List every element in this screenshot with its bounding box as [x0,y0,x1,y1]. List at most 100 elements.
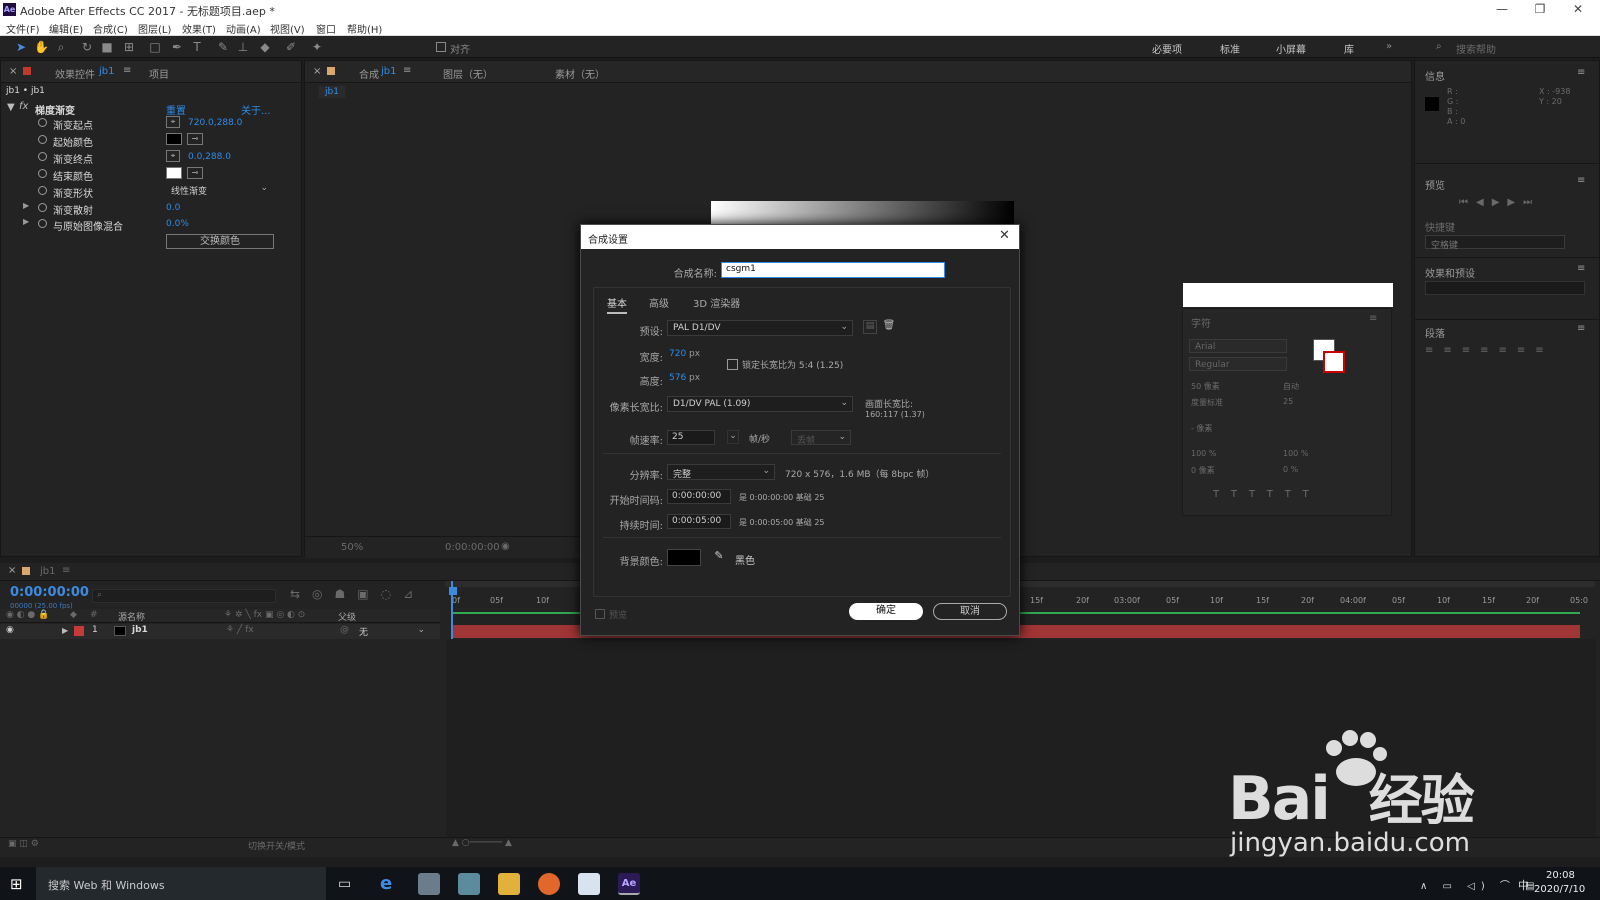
panel-menu-icon[interactable]: ≡ [1577,67,1585,78]
paint-icon[interactable] [578,873,600,895]
workspace-libraries[interactable]: 库 [1344,41,1354,56]
expand-icon[interactable]: ▶ [23,201,29,210]
layer-label-color[interactable] [74,626,84,636]
firefox-icon[interactable] [538,873,560,895]
brush-tool-icon[interactable]: ✎ [216,40,230,54]
stopwatch-icon[interactable] [38,186,47,198]
camera-icon[interactable]: ◉ [501,541,510,552]
timeline-switch-icons[interactable]: ⇆◎☗▣◌⊿ [290,587,425,601]
zoom-tool-icon[interactable]: ⌕ [54,40,68,54]
comp-chip[interactable]: jb1 [319,86,345,98]
eye-icon[interactable]: ◉ [6,625,14,635]
layer-switch-icons[interactable]: ⚘ ╱ fx [226,625,254,635]
clock-time[interactable]: 20:08 [1546,870,1575,881]
fx-icon[interactable]: fx [19,101,28,112]
hand-tool-icon[interactable]: ✋ [34,40,49,54]
panel-menu-icon[interactable]: ≡ [1369,313,1377,324]
menu-view[interactable]: 视图(V) [270,21,305,36]
crosshair-icon[interactable]: ⌖ [166,116,180,128]
prop-end-point-value[interactable]: 0.0,288.0 [188,152,231,162]
stopwatch-icon[interactable] [38,152,47,164]
vertical-scale-value[interactable]: 100 % [1191,449,1216,458]
crosshair-icon[interactable]: ⌖ [166,150,180,162]
eyedropper-icon[interactable]: ✎ [711,549,727,565]
stroke-width-value[interactable]: - 像素 [1191,423,1212,434]
after-effects-taskbar-icon[interactable]: Ae [618,873,640,895]
puppet-tool-icon[interactable]: ✦ [310,40,324,54]
tab-advanced[interactable]: 高级 [649,295,669,310]
workspace-standard[interactable]: 标准 [1220,41,1240,56]
character-color-box[interactable] [1183,283,1393,307]
duration-input[interactable]: 0:00:05:00 [667,514,731,529]
width-value[interactable]: 720 [669,349,686,359]
prop-blend-original-value[interactable]: 0.0% [166,219,189,229]
selection-tool-icon[interactable]: ➤ [14,40,28,54]
file-explorer-icon[interactable] [498,873,520,895]
frame-rate-input[interactable]: 25 [667,430,715,445]
col-parent[interactable]: 父级 [338,610,356,623]
background-color-swatch[interactable] [667,549,701,566]
parent-pickwhip-icon[interactable]: @ [340,625,349,635]
input-language[interactable]: 中 [1518,877,1529,893]
camera-tool-icon[interactable]: ■ [100,40,114,54]
restore-button[interactable]: ❐ [1525,2,1555,16]
workspace-small-screen[interactable]: 小屏幕 [1276,41,1306,56]
leading-value[interactable]: 自动 [1283,381,1299,392]
baseline-shift-value[interactable]: 0 像素 [1191,465,1215,476]
tab-3d-renderer[interactable]: 3D 渲染器 [693,295,740,310]
eyedropper-icon[interactable]: ⊸ [187,167,203,179]
more-workspaces-icon[interactable]: » [1386,41,1392,52]
effect-expand-icon[interactable]: ▼ [7,102,15,113]
lock-aspect-checkbox[interactable] [727,359,738,370]
stopwatch-icon[interactable] [38,203,47,215]
app-icon[interactable] [458,873,480,895]
tab-effect-controls[interactable]: 效果控件 [55,66,95,81]
stopwatch-icon[interactable] [38,219,47,231]
cancel-button[interactable]: 取消 [933,603,1007,620]
font-family-dropdown[interactable]: Arial [1189,339,1287,353]
zoom-slider[interactable]: ▲ ○────── ▲ [452,838,512,848]
timeline-footer-icons[interactable]: ▣ ◫ ⚙ [8,839,39,849]
clone-stamp-tool-icon[interactable]: ⊥ [236,40,250,54]
preset-dropdown[interactable]: PAL D1/DV ⌄ [667,320,853,336]
prop-ramp-scatter-value[interactable]: 0.0 [166,203,180,213]
tab-project[interactable]: 项目 [149,66,169,81]
stopwatch-icon[interactable] [38,169,47,181]
tab-comp-target[interactable]: jb1 [381,66,397,77]
panel-menu-icon[interactable]: ≡ [123,65,131,76]
rectangle-tool-icon[interactable]: □ [148,40,162,54]
pen-tool-icon[interactable]: ✒ [170,40,184,54]
workspace-essentials[interactable]: 必要项 [1152,41,1182,56]
paragraph-align-icons[interactable]: ≡≡≡≡≡≡≡ [1425,345,1554,356]
comp-name-input[interactable]: csgm1 [721,262,945,278]
kerning-value[interactable]: 度量标准 [1191,397,1223,408]
height-value[interactable]: 576 [669,373,686,383]
close-window-button[interactable]: ✕ [1563,2,1593,16]
close-icon[interactable]: ✕ [999,228,1010,243]
parent-dropdown[interactable]: 无 ⌄ [355,624,429,638]
menu-file[interactable]: 文件(F) [6,21,40,36]
menu-edit[interactable]: 编辑(E) [49,21,83,36]
close-tab-icon[interactable]: × [9,66,17,77]
start-color-swatch[interactable] [166,133,182,145]
pan-behind-tool-icon[interactable]: ⊞ [122,40,136,54]
eraser-tool-icon[interactable]: ◆ [258,40,272,54]
clock-date[interactable]: 2020/7/10 [1534,884,1585,895]
edge-icon[interactable]: e [380,873,392,894]
resolution-dropdown[interactable]: 完整 ⌄ [667,464,775,480]
zoom-level[interactable]: 50% [341,542,363,553]
taskbar-search-box[interactable]: 搜索 Web 和 Windows [36,867,326,900]
layer-search-input[interactable]: ⌕ [92,589,276,603]
viewer-timecode[interactable]: 0:00:00:00 [445,542,500,553]
ramp-shape-dropdown[interactable]: 线性渐变 ⌄ [166,182,272,197]
tab-timeline[interactable]: jb1 [40,566,56,577]
panel-menu-icon[interactable]: ≡ [62,565,70,576]
windows-start-icon[interactable]: ⊞ [10,875,23,893]
table-row[interactable]: ◉ ▶ 1 jb1 ⚘ ╱ fx @ 无 ⌄ [0,624,440,639]
font-style-dropdown[interactable]: Regular [1189,357,1287,371]
menu-window[interactable]: 窗口 [316,21,336,36]
text-style-icons[interactable]: TTTTTT [1213,489,1321,500]
minimize-button[interactable]: — [1487,2,1517,16]
panel-menu-icon[interactable]: ≡ [1577,263,1585,274]
preview-checkbox[interactable] [595,609,605,619]
